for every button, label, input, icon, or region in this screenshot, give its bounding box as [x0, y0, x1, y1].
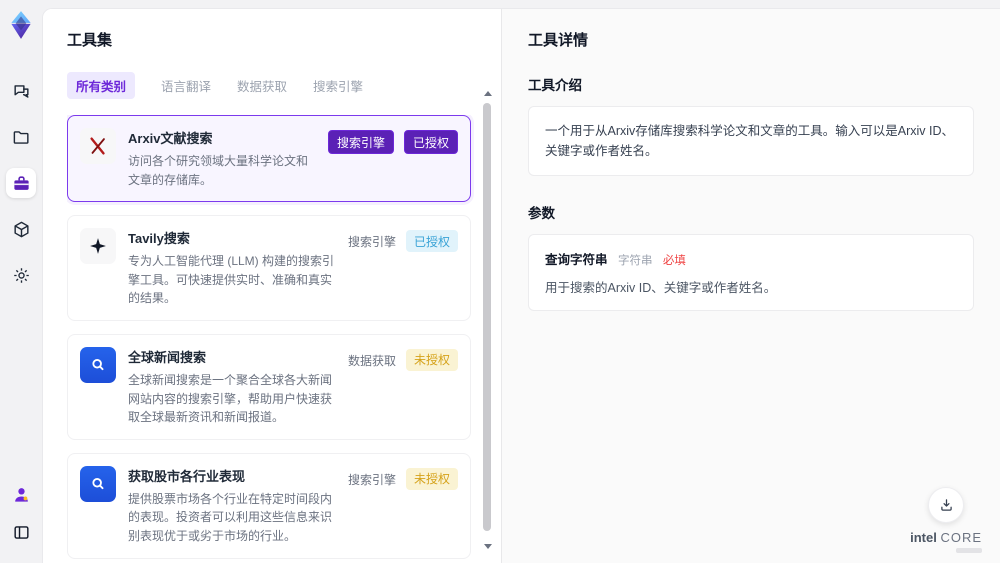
cube-icon — [13, 221, 29, 237]
tool-card-sector-performance[interactable]: 获取股市各行业表现 提供股票市场各个行业在特定时间段内的表现。投资者可以利用这些… — [67, 452, 471, 559]
folder-icon — [13, 130, 29, 144]
tool-card-list: Arxiv文献搜索 访问各个研究领域大量科学论文和文章的存储库。 搜索引擎 已授… — [67, 115, 475, 563]
category-label: 搜索引擎 — [347, 472, 396, 487]
tool-detail-panel: 工具详情 工具介绍 一个用于从Arxiv存储库搜索科学论文和文章的工具。输入可以… — [501, 9, 1000, 563]
list-scrollbar[interactable] — [483, 91, 492, 549]
tool-name: 获取股市各行业表现 — [128, 468, 246, 484]
tool-name: Tavily搜索 — [128, 231, 190, 247]
intro-box: 一个用于从Arxiv存储库搜索科学论文和文章的工具。输入可以是Arxiv ID、… — [528, 106, 974, 176]
status-badge: 未授权 — [405, 467, 458, 490]
arxiv-logo-icon — [80, 128, 116, 164]
tool-list-panel: 工具集 所有类别 语言翻译 数据获取 搜索引擎 Arxiv文献搜索 访问各个研究… — [43, 9, 501, 563]
brand-subtag — [956, 548, 982, 553]
tool-card-tavily[interactable]: Tavily搜索 专为人工智能代理 (LLM) 构建的搜索引擎工具。可快速提供实… — [67, 215, 471, 321]
nav-tools-button[interactable] — [6, 168, 36, 198]
param-box: 查询字符串 字符串 必填 用于搜索的Arxiv ID、关键字或作者姓名。 — [528, 234, 974, 311]
intro-heading: 工具介绍 — [528, 78, 582, 93]
tool-description: 全球新闻搜索是一个聚合全球各大新闻网站内容的搜索引擎，帮助用户快速获取全球最新资… — [128, 372, 333, 425]
nav-chat-button[interactable] — [6, 76, 36, 106]
param-required-flag: 必填 — [662, 255, 686, 267]
category-badge: 搜索引擎 — [327, 130, 394, 154]
category-tabs: 所有类别 语言翻译 数据获取 搜索引擎 — [67, 72, 475, 99]
download-button[interactable] — [928, 487, 965, 523]
category-label: 搜索引擎 — [347, 235, 396, 250]
collapse-panel-button[interactable] — [6, 517, 36, 547]
tool-name: 全球新闻搜索 — [128, 349, 207, 365]
status-badge: 未授权 — [405, 348, 458, 371]
tab-all-categories[interactable]: 所有类别 — [67, 72, 136, 99]
tool-description: 提供股票市场各个行业在特定时间段内的表现。投资者可以利用这些信息来识别表现优于或… — [128, 491, 333, 543]
param-name: 查询字符串 — [545, 253, 608, 267]
app-logo-icon — [11, 11, 31, 39]
app-screen: 工具集 所有类别 语言翻译 数据获取 搜索引擎 Arxiv文献搜索 访问各个研究… — [0, 0, 1000, 563]
briefcase-icon — [13, 175, 29, 190]
tool-description: 访问各个研究领域大量科学论文和文章的存储库。 — [128, 154, 309, 187]
search-tool-icon — [80, 465, 116, 502]
icon-rail — [0, 0, 42, 563]
floating-controls: intel CORE — [910, 487, 982, 553]
tool-card-global-news[interactable]: 全球新闻搜索 全球新闻搜索是一个聚合全球各大新闻网站内容的搜索引擎，帮助用户快速… — [67, 333, 471, 440]
page-title: 工具集 — [67, 32, 113, 49]
params-heading: 参数 — [528, 206, 555, 221]
nav-files-button[interactable] — [6, 122, 36, 152]
param-type: 字符串 — [617, 255, 653, 267]
download-icon — [940, 498, 952, 511]
gear-icon — [13, 267, 29, 283]
intro-text: 一个用于从Arxiv存储库搜索科学论文和文章的工具。输入可以是Arxiv ID、… — [545, 124, 955, 158]
status-badge: 已授权 — [403, 130, 458, 154]
tool-card-arxiv[interactable]: Arxiv文献搜索 访问各个研究领域大量科学论文和文章的存储库。 搜索引擎 已授… — [67, 115, 471, 203]
main-shell: 工具集 所有类别 语言翻译 数据获取 搜索引擎 Arxiv文献搜索 访问各个研究… — [42, 8, 1000, 563]
tab-data-acquisition[interactable]: 数据获取 — [237, 76, 287, 95]
scroll-up-arrow[interactable] — [484, 91, 492, 96]
scrollbar-thumb[interactable] — [483, 103, 491, 531]
rail-bottom — [6, 479, 36, 555]
intel-core-logo: intel CORE — [910, 531, 982, 553]
nav-models-button[interactable] — [6, 214, 36, 244]
tab-language-translation[interactable]: 语言翻译 — [161, 76, 211, 95]
user-profile-button[interactable] — [6, 479, 36, 509]
scroll-down-arrow[interactable] — [484, 544, 492, 549]
panel-toggle-icon — [13, 525, 29, 539]
tab-search-engine[interactable]: 搜索引擎 — [313, 76, 363, 95]
nav-settings-button[interactable] — [6, 260, 36, 290]
tool-name: Arxiv文献搜索 — [128, 131, 213, 146]
search-tool-icon — [80, 346, 116, 383]
tool-description: 专为人工智能代理 (LLM) 构建的搜索引擎工具。可快速提供实时、准确和真实的结… — [128, 254, 335, 306]
detail-title: 工具详情 — [528, 32, 589, 49]
user-icon — [14, 487, 28, 502]
category-label: 数据获取 — [347, 353, 396, 368]
tavily-logo-icon — [80, 228, 116, 265]
param-description: 用于搜索的Arxiv ID、关键字或作者姓名。 — [545, 281, 777, 295]
status-badge: 已授权 — [405, 230, 458, 253]
chat-icon — [13, 84, 29, 98]
